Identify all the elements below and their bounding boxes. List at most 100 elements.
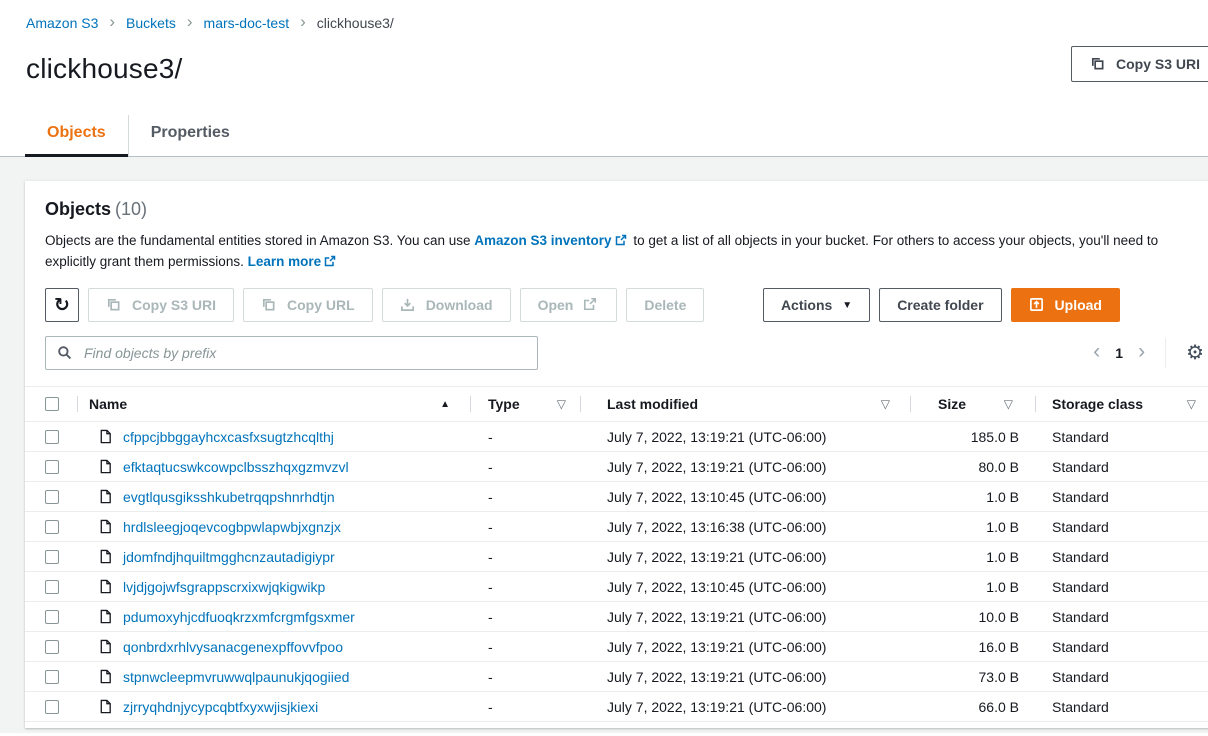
row-checkbox[interactable] [45,580,59,594]
breadcrumb-buckets[interactable]: Buckets [126,15,176,31]
row-checkbox[interactable] [45,700,59,714]
table-row: stpnwcleepmvruwwqlpaunukjqogiied - July … [25,662,1208,692]
tab-bar: Objects Properties [0,115,1208,157]
breadcrumb-current-folder: clickhouse3/ [317,15,394,31]
object-size: 1.0 B [910,482,1035,511]
object-last-modified: July 7, 2022, 13:19:21 (UTC-06:00) [580,452,910,481]
table-row: pdumoxyhjcdfuoqkrzxmfcrgmfgsxmer - July … [25,602,1208,632]
object-name-link[interactable]: jdomfndjhquiltmgghcnzautadigiypr [123,549,335,565]
select-all-checkbox[interactable] [45,397,59,411]
main-content-area: Objects(10) Objects are the fundamental … [0,157,1208,733]
breadcrumb-bucket-name[interactable]: mars-doc-test [204,15,290,31]
search-input[interactable] [82,344,526,362]
object-name-link[interactable]: stpnwcleepmvruwwqlpaunukjqogiied [123,669,349,685]
copy-s3-uri-header-button[interactable]: Copy S3 URI [1071,46,1208,82]
column-header-size[interactable]: Size ▽ [910,387,1035,421]
object-storage-class: Standard [1035,692,1208,721]
name-header-label: Name [89,396,127,412]
object-storage-class: Standard [1035,422,1208,451]
object-name-link[interactable]: pdumoxyhjcdfuoqkrzxmfcrgmfgsxmer [123,609,355,625]
type-header-label: Type [488,396,520,412]
previous-page-chevron-icon[interactable]: ‹ [1093,341,1100,362]
row-checkbox[interactable] [45,610,59,624]
download-button[interactable]: Download [382,288,511,322]
row-checkbox[interactable] [45,430,59,444]
object-size: 185.0 B [910,422,1035,451]
object-size: 16.0 B [910,632,1035,661]
row-checkbox[interactable] [45,490,59,504]
object-name-link[interactable]: hrdlsleegjoqevcogbpwlapwbjxgnzjx [123,519,341,535]
tab-objects[interactable]: Objects [25,115,128,156]
sort-icon: ▽ [1004,397,1013,411]
chevron-right-icon: › [300,13,306,30]
object-name-link[interactable]: lvjdjgojwfsgrappscrxixwjqkigwikp [123,579,325,595]
objects-panel: Objects(10) Objects are the fundamental … [25,180,1208,728]
object-name-link[interactable]: zjrryqhdnjycypcqbtfxyxwjisjkiexi [123,699,318,715]
table-row: efktaqtucswkcowpclbsszhqxgzmvzvl - July … [25,452,1208,482]
next-page-chevron-icon[interactable]: › [1138,341,1145,362]
table-row: evgtlqusgiksshkubetrqqpshnrhdtjn - July … [25,482,1208,512]
object-storage-class: Standard [1035,602,1208,631]
object-name-link[interactable]: efktaqtucswkcowpclbsszhqxgzmvzvl [123,459,349,475]
object-size: 66.0 B [910,692,1035,721]
object-size: 1.0 B [910,542,1035,571]
create-folder-label: Create folder [897,297,983,313]
object-last-modified: July 7, 2022, 13:19:21 (UTC-06:00) [580,422,910,451]
delete-button[interactable]: Delete [626,288,704,322]
file-icon [98,609,114,625]
objects-count-title: Objects(10) [45,199,1208,220]
breadcrumb: Amazon S3 › Buckets › mars-doc-test › cl… [0,0,1208,31]
amazon-s3-inventory-link[interactable]: Amazon S3 inventory [474,233,611,248]
actions-dropdown-button[interactable]: Actions ▼ [763,288,870,322]
upload-button[interactable]: Upload [1011,288,1120,322]
copy-url-button[interactable]: Copy URL [243,288,373,322]
refresh-icon: ↻ [54,294,70,317]
objects-description: Objects are the fundamental entities sto… [45,230,1177,272]
current-page-number[interactable]: 1 [1115,345,1123,361]
refresh-button[interactable]: ↻ [45,288,79,322]
file-icon [98,579,114,595]
objects-toolbar: ↻ Copy S3 URI Copy URL Download Open Del… [25,272,1208,322]
search-row: ‹ 1 › ⚙ [25,322,1208,370]
tab-properties[interactable]: Properties [128,115,252,156]
file-icon [98,699,114,715]
table-row: jdomfndjhquiltmgghcnzautadigiypr - July … [25,542,1208,572]
sort-icon: ▽ [881,397,890,411]
breadcrumb-amazon-s3[interactable]: Amazon S3 [26,15,98,31]
column-header-last-modified[interactable]: Last modified ▽ [580,387,910,421]
copy-icon [106,297,122,313]
row-checkbox[interactable] [45,460,59,474]
object-last-modified: July 7, 2022, 13:19:21 (UTC-06:00) [580,662,910,691]
row-checkbox[interactable] [45,640,59,654]
open-label: Open [538,297,574,313]
file-icon [98,489,114,505]
divider [1165,338,1166,368]
table-header-row: Name ▲ Type ▽ Last modified ▽ Size ▽ Sto… [25,386,1208,422]
object-type: - [470,542,580,571]
gear-icon[interactable]: ⚙ [1186,343,1204,363]
object-name-link[interactable]: qonbrdxrhlvysanacgenexpffovvfpoo [123,639,343,655]
column-header-type[interactable]: Type ▽ [470,387,580,421]
object-type: - [470,482,580,511]
copy-s3-uri-button[interactable]: Copy S3 URI [88,288,234,322]
learn-more-link[interactable]: Learn more [248,254,322,269]
object-last-modified: July 7, 2022, 13:10:45 (UTC-06:00) [580,482,910,511]
external-link-icon [583,297,599,313]
delete-label: Delete [644,297,686,313]
create-folder-button[interactable]: Create folder [879,288,1001,322]
download-icon [400,297,416,313]
search-box [45,336,538,370]
row-checkbox[interactable] [45,550,59,564]
file-icon [98,429,114,445]
column-header-storage-class[interactable]: Storage class ▽ [1035,387,1208,421]
open-button[interactable]: Open [520,288,618,322]
object-name-link[interactable]: cfppcjbbggayhcxcasfxsugtzhcqlthj [123,429,334,445]
column-header-name[interactable]: Name ▲ [77,387,470,421]
row-checkbox[interactable] [45,670,59,684]
row-checkbox[interactable] [45,520,59,534]
external-link-icon [324,252,336,264]
storage-class-header-label: Storage class [1052,396,1143,412]
object-storage-class: Standard [1035,452,1208,481]
object-name-link[interactable]: evgtlqusgiksshkubetrqqpshnrhdtjn [123,489,335,505]
table-row: cfppcjbbggayhcxcasfxsugtzhcqlthj - July … [25,422,1208,452]
